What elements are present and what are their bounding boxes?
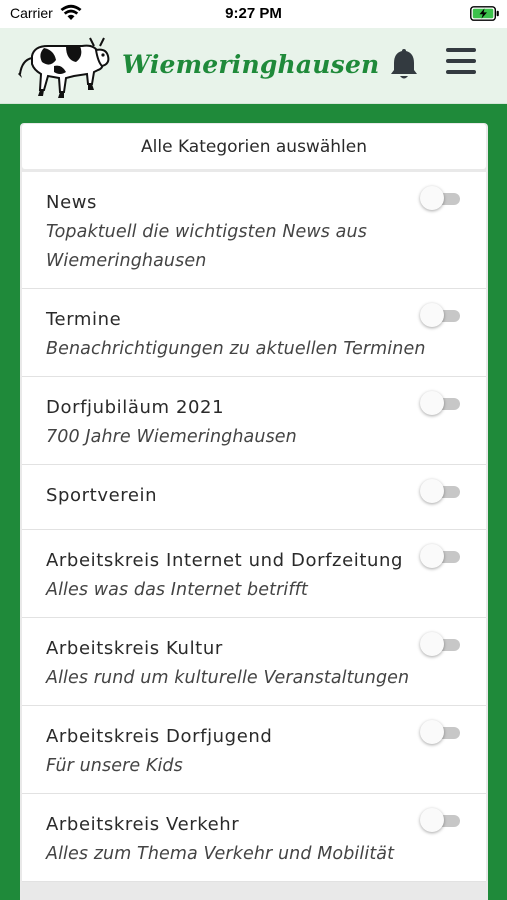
category-description: Alles rund um kulturelle Veranstaltungen xyxy=(46,668,410,688)
category-item: Dorfjubiläum 2021 700 Jahre Wiemeringhaus… xyxy=(22,377,486,465)
category-item: News Topaktuell die wichtigsten News aus … xyxy=(22,172,486,289)
category-item: Arbeitskreis Verkehr Alles zum Thema Verk… xyxy=(22,794,486,882)
category-toggle[interactable] xyxy=(420,807,462,833)
category-description: Alles zum Thema Verkehr und Mobilität xyxy=(46,844,395,864)
toggle-thumb xyxy=(420,391,444,415)
category-item: Arbeitskreis Kultur Alles rund um kulture… xyxy=(22,618,486,706)
category-title: Arbeitskreis Kultur xyxy=(46,638,223,659)
toggle-thumb xyxy=(420,632,444,656)
bell-icon[interactable] xyxy=(388,46,420,80)
category-description: Für unsere Kids xyxy=(46,756,183,776)
category-title: Arbeitskreis Dorfjugend xyxy=(46,726,273,747)
category-item: Sportverein xyxy=(22,465,486,530)
category-description: Alles was das Internet betrifft xyxy=(46,580,308,600)
category-toggle[interactable] xyxy=(420,543,462,569)
menu-bar-icon xyxy=(446,48,476,52)
category-toggle[interactable] xyxy=(420,390,462,416)
category-list: News Topaktuell die wichtigsten News aus … xyxy=(22,172,486,882)
toggle-thumb xyxy=(420,186,444,210)
battery-charging-icon xyxy=(470,6,499,21)
category-item: Arbeitskreis Internet und Dorfzeitung All… xyxy=(22,530,486,618)
toggle-thumb xyxy=(420,808,444,832)
category-description: Benachrichtigungen zu aktuellen Terminen xyxy=(46,339,426,359)
category-toggle[interactable] xyxy=(420,719,462,745)
app-title: Wiemeringhausen xyxy=(122,50,380,79)
menu-button[interactable] xyxy=(446,48,476,74)
select-all-button[interactable]: Alle Kategorien auswählen xyxy=(22,124,486,169)
category-title: Termine xyxy=(46,309,122,330)
category-title: Arbeitskreis Verkehr xyxy=(46,814,240,835)
category-title: Arbeitskreis Internet und Dorfzeitung xyxy=(46,550,404,571)
status-bar: Carrier 9:27 PM xyxy=(0,0,507,28)
category-item: Termine Benachrichtigungen zu aktuellen T… xyxy=(22,289,486,377)
category-title: Dorfjubiläum 2021 xyxy=(46,397,225,418)
category-description: Topaktuell die wichtigsten News aus Wiem… xyxy=(46,222,367,271)
category-toggle[interactable] xyxy=(420,302,462,328)
menu-bar-icon xyxy=(446,70,476,74)
status-time: 9:27 PM xyxy=(225,5,282,22)
category-description: 700 Jahre Wiemeringhausen xyxy=(46,427,297,447)
app-header: Wiemeringhausen xyxy=(0,28,507,104)
toggle-thumb xyxy=(420,720,444,744)
category-toggle[interactable] xyxy=(420,478,462,504)
toggle-thumb xyxy=(420,303,444,327)
category-toggle[interactable] xyxy=(420,631,462,657)
cow-logo-icon xyxy=(18,37,110,98)
menu-bar-icon xyxy=(446,59,476,63)
category-title: Sportverein xyxy=(46,485,158,506)
category-title: News xyxy=(46,192,98,213)
category-item: Arbeitskreis Dorfjugend Für unsere Kids xyxy=(22,706,486,794)
toggle-thumb xyxy=(420,479,444,503)
category-toggle[interactable] xyxy=(420,185,462,211)
toggle-thumb xyxy=(420,544,444,568)
